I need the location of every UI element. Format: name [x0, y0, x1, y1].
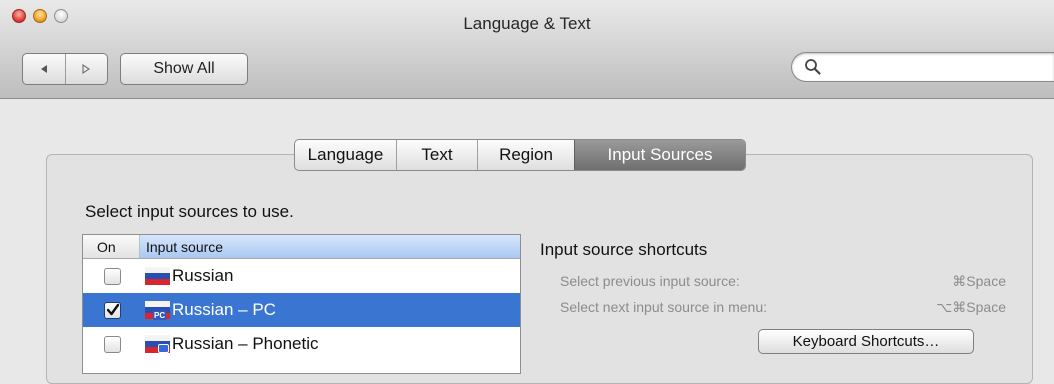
- input-source-list[interactable]: On Input source Russian PC Russian – PC …: [82, 234, 521, 374]
- window-toolbar: Language & Text Show All: [0, 0, 1054, 99]
- window-title: Language & Text: [463, 14, 591, 33]
- enable-checkbox[interactable]: [104, 335, 121, 353]
- forward-arrow-icon: [82, 64, 91, 74]
- search-icon: [805, 59, 821, 75]
- russian-flag-icon: [145, 267, 170, 285]
- show-all-button[interactable]: Show All: [120, 53, 248, 85]
- shortcuts-title: Input source shortcuts: [540, 240, 708, 259]
- keyboard-shortcuts-button[interactable]: Keyboard Shortcuts…: [758, 329, 974, 354]
- column-header-on[interactable]: On: [83, 235, 140, 258]
- back-button[interactable]: [23, 54, 65, 84]
- column-header-input-source[interactable]: Input source: [140, 235, 520, 258]
- list-item-label: Russian – PC: [172, 300, 276, 319]
- enable-checkbox[interactable]: [104, 301, 121, 319]
- instruction-text: Select input sources to use.: [85, 202, 294, 221]
- forward-button[interactable]: [64, 54, 108, 84]
- tab-input-sources[interactable]: Input Sources: [574, 140, 745, 170]
- list-item-label: Russian: [172, 266, 234, 285]
- list-item-label: Russian – Phonetic: [172, 334, 319, 353]
- search-field[interactable]: [791, 52, 1054, 82]
- back-forward-control: [22, 53, 108, 85]
- next-source-shortcut-key: ⌥⌘Space: [936, 299, 1006, 315]
- tab-region[interactable]: Region: [477, 140, 574, 170]
- list-header: On Input source: [83, 235, 520, 259]
- tab-bar: Language Text Region Input Sources: [294, 139, 746, 171]
- back-arrow-icon: [40, 65, 47, 73]
- checkmark-icon: [106, 303, 119, 316]
- tab-language[interactable]: Language: [295, 140, 396, 170]
- russian-pc-flag-icon: PC: [145, 301, 170, 320]
- list-item-russian-phonetic[interactable]: Russian – Phonetic: [83, 327, 520, 361]
- list-item-russian[interactable]: Russian: [83, 259, 520, 293]
- list-item-russian-pc[interactable]: PC Russian – PC: [83, 293, 520, 327]
- previous-source-shortcut-label: Select previous input source:: [560, 273, 740, 289]
- previous-source-shortcut-key: ⌘Space: [952, 273, 1006, 289]
- russian-phonetic-flag-icon: [145, 335, 170, 353]
- enable-checkbox[interactable]: [104, 267, 121, 285]
- tab-text[interactable]: Text: [396, 140, 477, 170]
- next-source-shortcut-label: Select next input source in menu:: [560, 299, 768, 315]
